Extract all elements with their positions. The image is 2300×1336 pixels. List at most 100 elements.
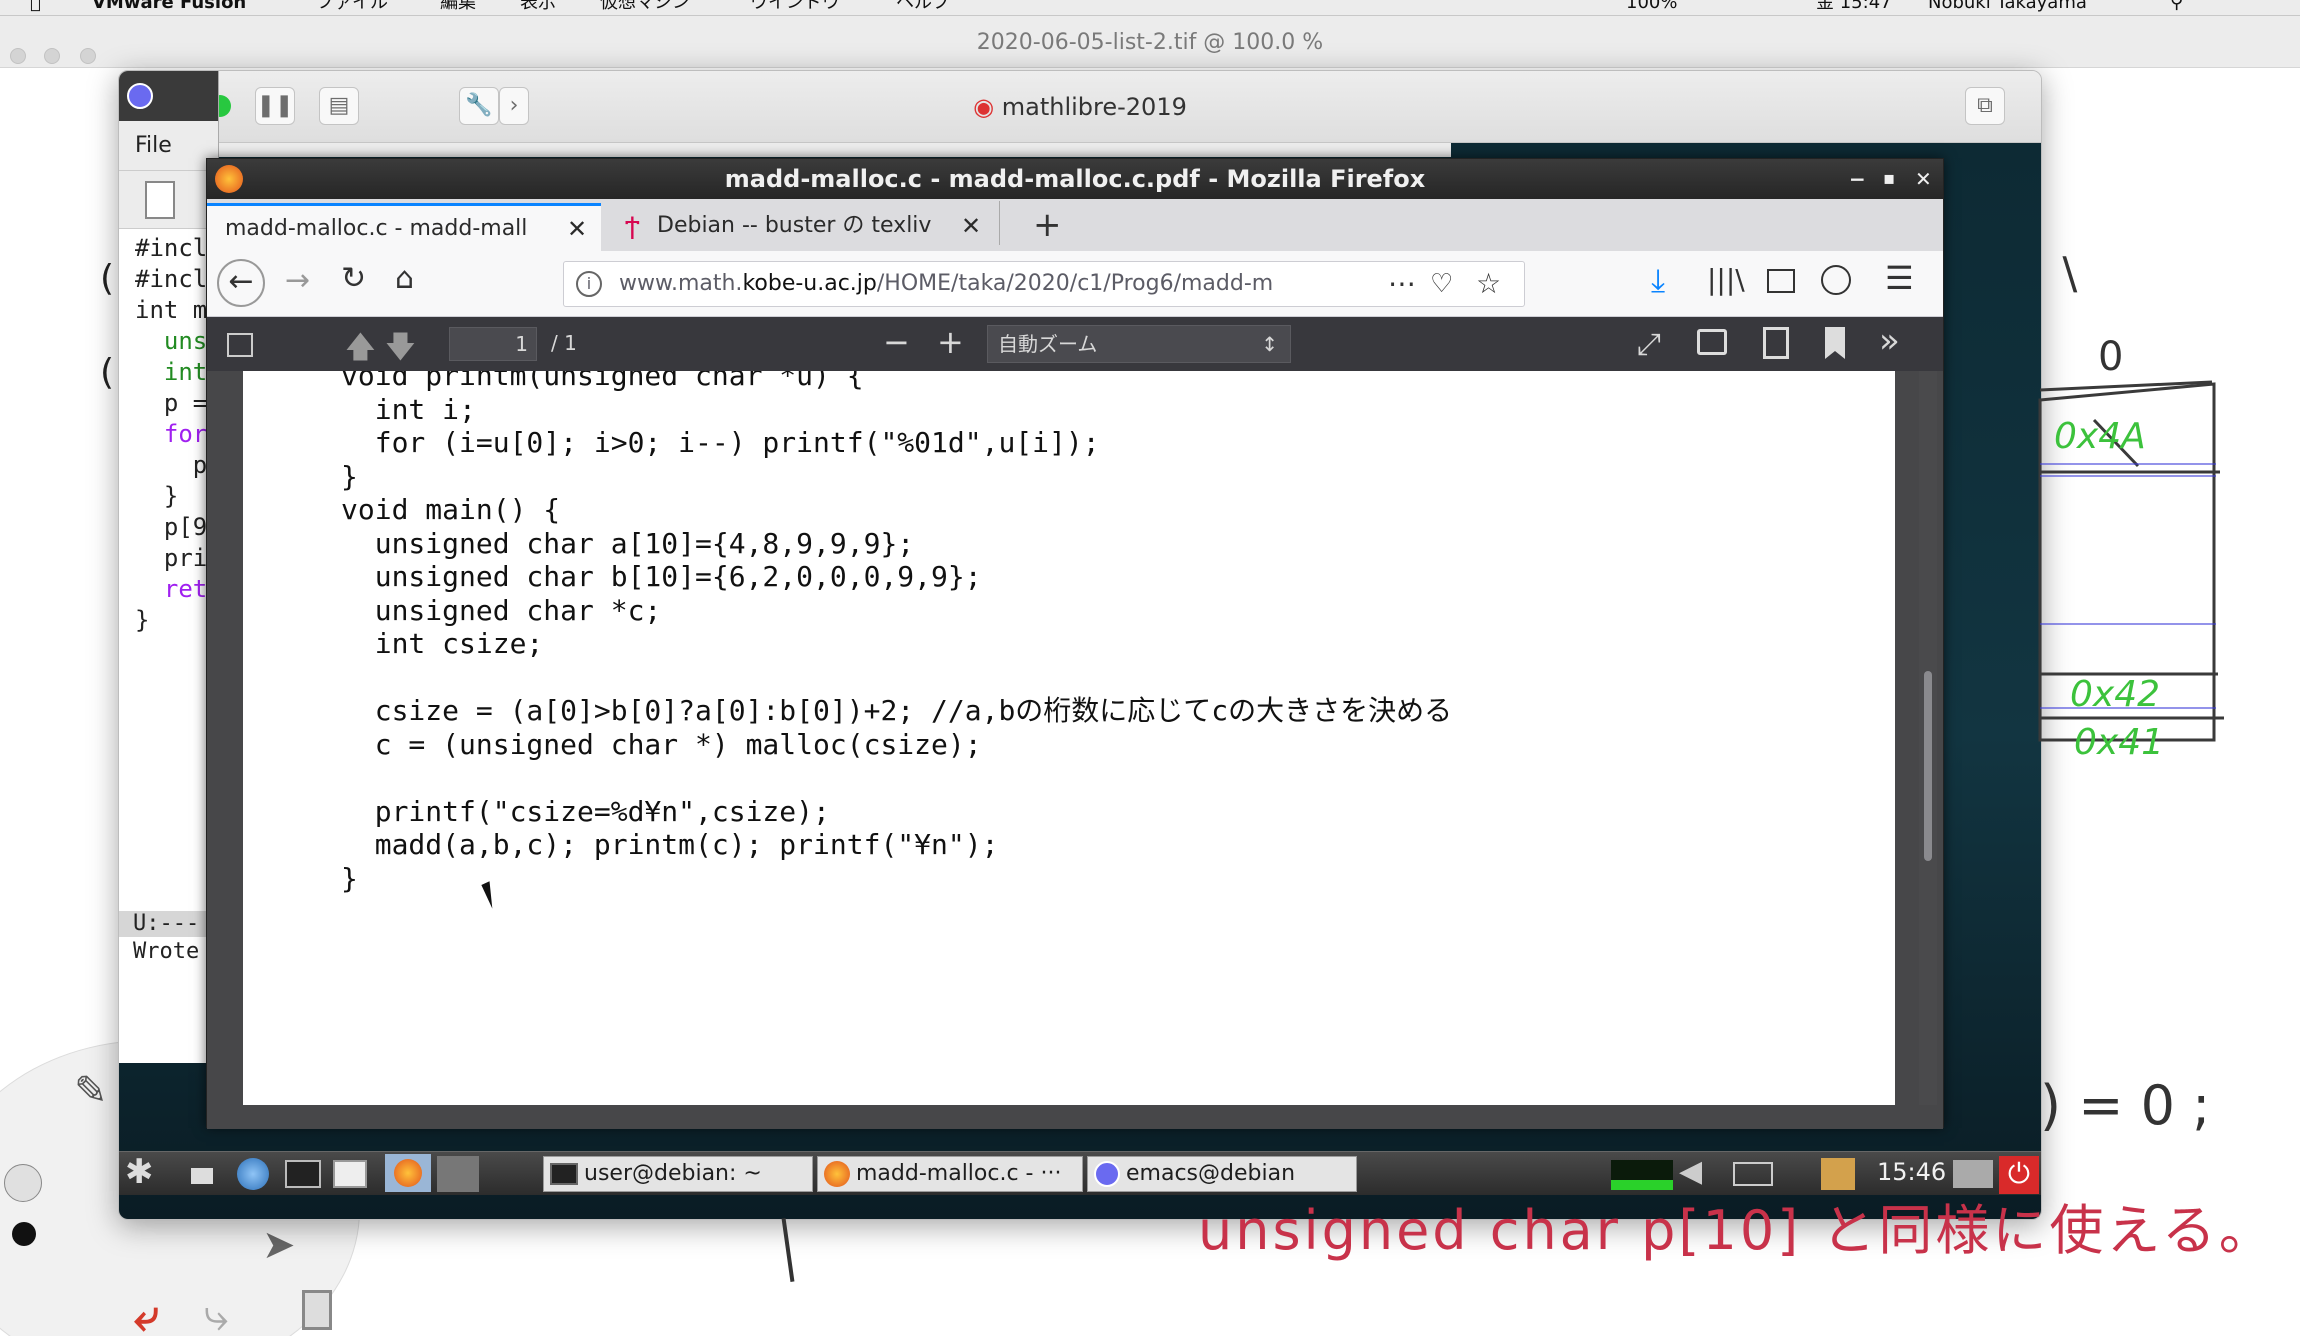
vmware-titlebar: ❚❚ ▤ 🔧 › ◉ mathlibre-2019 ⧉ xyxy=(119,71,2041,143)
url-bar[interactable]: i www.math.kobe-u.ac.jp/HOME/taka/2020/c… xyxy=(563,261,1525,307)
menu-file[interactable]: ファイル xyxy=(316,0,388,12)
taskbar-clock[interactable]: 15:46 xyxy=(1877,1158,1946,1186)
tab-close-icon[interactable]: ✕ xyxy=(961,203,981,249)
tools-menu-icon[interactable]: » xyxy=(1879,321,1900,361)
emacs-menu-file[interactable]: File xyxy=(135,133,172,158)
code-line: } xyxy=(341,861,358,895)
emacs-menubar: File xyxy=(119,121,218,171)
color-dot-icon[interactable] xyxy=(12,1222,36,1246)
pointer-tool-icon[interactable]: ➤ xyxy=(262,1222,296,1268)
code-line: void main() { xyxy=(341,493,561,526)
hamburger-menu-icon[interactable]: ☰ xyxy=(1885,259,1914,297)
tray-keyboard-icon[interactable] xyxy=(1953,1160,1993,1188)
code-line: unsigned char *c; xyxy=(341,593,662,627)
code-line: unsigned char a[10]={4,8,9,9,9}; xyxy=(341,526,915,560)
url-prefix: www.math. xyxy=(619,271,743,296)
window-close-button[interactable]: ✕ xyxy=(1915,159,1932,199)
vm-fullscreen-button[interactable]: ⧉ xyxy=(1965,87,2005,125)
pdf-scrollbar-thumb[interactable] xyxy=(1924,671,1932,861)
firefox-app-icon xyxy=(215,165,243,193)
start-menu-icon[interactable]: ✱ xyxy=(125,1152,154,1192)
battery-status[interactable]: 100% xyxy=(1626,0,1677,12)
new-tab-icon[interactable]: + xyxy=(1033,205,1062,245)
volume-icon[interactable]: ◀ xyxy=(1679,1154,1702,1189)
vm-title: ◉ mathlibre-2019 xyxy=(119,93,2041,121)
tab-debian[interactable]: Ϯ Debian -- buster の texliv ✕ xyxy=(611,203,993,251)
back-button[interactable]: ← xyxy=(217,259,265,307)
network-icon[interactable] xyxy=(1733,1162,1773,1186)
print-icon[interactable] xyxy=(1697,329,1727,355)
new-file-icon[interactable] xyxy=(145,181,175,219)
sidebar-toggle-icon[interactable] xyxy=(1767,269,1795,293)
firefox-launcher-icon[interactable] xyxy=(385,1154,431,1192)
browser-launcher-icon[interactable] xyxy=(237,1158,269,1190)
menu-window[interactable]: ウインドウ xyxy=(750,0,840,12)
code-line: int i; xyxy=(341,392,476,426)
redo-icon[interactable]: ⤷ xyxy=(204,1290,229,1336)
tab-label: madd-malloc.c - madd-mall xyxy=(225,216,528,241)
left-annotation-mark: ( xyxy=(100,352,115,393)
presentation-mode-icon[interactable]: ⤢ xyxy=(1637,327,1661,362)
tab-madd-malloc[interactable]: madd-malloc.c - madd-mall ✕ xyxy=(207,203,601,251)
zoom-out-icon[interactable]: − xyxy=(883,323,910,361)
menubar-clock[interactable]: 金 15:47 xyxy=(1816,0,1892,12)
zoom-in-icon[interactable]: + xyxy=(937,323,964,361)
bookmark-star-icon[interactable]: ☆ xyxy=(1476,262,1501,306)
emacs-buffer[interactable]: #incl #incl int m uns int p = for p } p[9 … xyxy=(119,229,218,636)
pocket-icon[interactable]: ♡ xyxy=(1430,262,1453,306)
gauge-tool-icon[interactable] xyxy=(4,1164,42,1202)
forward-icon[interactable]: → xyxy=(285,263,310,298)
emacs-titlebar xyxy=(119,71,218,121)
menu-edit[interactable]: 編集 xyxy=(440,0,476,12)
menubar-user[interactable]: Nobuki Takayama xyxy=(1928,0,2087,12)
windows-launcher-icon[interactable] xyxy=(333,1160,367,1188)
debian-icon: Ϯ xyxy=(625,212,640,240)
home-icon[interactable]: ⌂ xyxy=(395,261,414,296)
download-pdf-icon[interactable] xyxy=(1763,327,1789,359)
window-title: madd-malloc.c - madd-malloc.c.pdf - Mozi… xyxy=(724,165,1426,193)
zoom-select[interactable]: 自動ズーム ↕ xyxy=(987,325,1291,363)
window-minimize-button[interactable]: − xyxy=(1849,159,1866,199)
tab-close-icon[interactable]: ✕ xyxy=(567,206,587,251)
taskbar-item-firefox[interactable]: madd-malloc.c - ··· xyxy=(817,1156,1083,1192)
menu-help[interactable]: ヘルプ xyxy=(896,0,950,12)
file-manager-icon[interactable] xyxy=(191,1168,213,1184)
macos-menubar:  VMware Fusion ファイル 編集 表示 仮想マシン ウインドウ ヘ… xyxy=(0,0,2300,16)
empty-launcher-slot[interactable] xyxy=(437,1156,479,1192)
emacs-modeline: U:--- xyxy=(119,911,218,937)
terminal-launcher-icon[interactable] xyxy=(285,1160,321,1188)
code-line: void printm(unsigned char *u) { xyxy=(341,371,864,392)
memory-cell-0x4a: 0x4A xyxy=(2054,416,2146,457)
site-info-icon[interactable]: i xyxy=(576,271,602,297)
taskbar-item-label: madd-malloc.c - ··· xyxy=(856,1161,1062,1186)
page-number-input[interactable]: 1 xyxy=(449,327,537,361)
bottom-annotation: unsigned char p[10] と同様に使える。 xyxy=(1198,1199,2276,1262)
pdf-scrollbar[interactable] xyxy=(1919,371,1937,1105)
undo-icon[interactable]: ⤶ xyxy=(134,1290,159,1336)
firefox-icon xyxy=(824,1161,850,1187)
pdf-next-page-icon[interactable]: 🡇 xyxy=(385,325,416,376)
pen-tool-icon[interactable]: ✎ xyxy=(74,1068,108,1120)
window-maximize-button[interactable]: ▪ xyxy=(1883,159,1895,199)
vm-title-text: mathlibre-2019 xyxy=(1001,93,1187,121)
menu-app-name[interactable]: VMware Fusion xyxy=(92,0,246,12)
bookmark-pdf-icon[interactable] xyxy=(1825,327,1845,359)
pdf-prev-page-icon[interactable]: 🡅 xyxy=(345,325,376,376)
library-icon[interactable]: |||\ xyxy=(1707,263,1745,296)
taskbar-item-terminal[interactable]: user@debian: ~ xyxy=(543,1156,813,1192)
reload-icon[interactable]: ↻ xyxy=(341,261,366,296)
code-line: csize = (a[0]>b[0]?a[0]:b[0])+2; //a,bの桁… xyxy=(341,694,1453,727)
menu-view[interactable]: 表示 xyxy=(520,0,556,12)
apple-menu-icon[interactable]:  xyxy=(30,0,41,12)
viewer-title: 2020-06-05-list-2.tif @ 100.0 % xyxy=(976,30,1324,55)
account-icon[interactable] xyxy=(1821,265,1851,295)
spotlight-icon[interactable]: ⚲ xyxy=(2170,0,2183,12)
page-tool-icon[interactable] xyxy=(302,1290,332,1330)
downloads-icon[interactable]: ⤓ xyxy=(1651,261,1665,300)
taskbar-item-label: emacs@debian xyxy=(1126,1161,1296,1186)
emacs-app-icon xyxy=(127,83,153,109)
menu-vm[interactable]: 仮想マシン xyxy=(600,0,690,12)
page-actions-icon[interactable]: ⋯ xyxy=(1382,262,1416,306)
pdf-sidebar-toggle-icon[interactable] xyxy=(227,333,253,357)
